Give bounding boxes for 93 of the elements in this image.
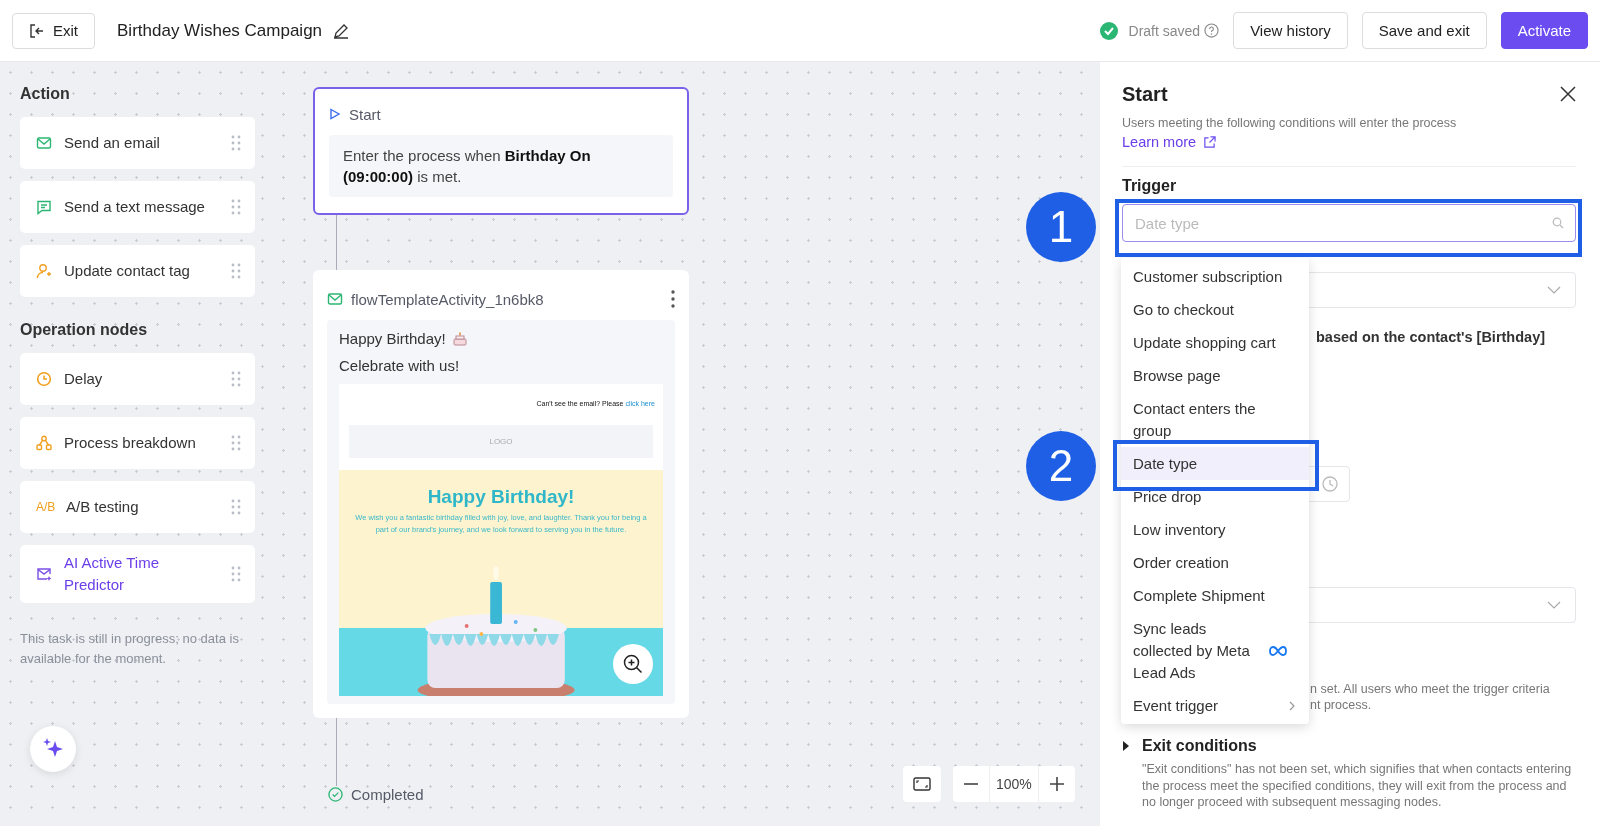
exit-conditions-note: "Exit conditions" has not been set, which signifies that when contacts entering the process meet the specified conditions, they will exit from the process and no longer proceed with subsequent messaging nodes. [1141,761,1573,811]
drag-handle-icon[interactable] [231,499,241,515]
email-preheader: Celebrate with us! [339,357,461,374]
node-label: Update contact tag [64,261,191,281]
panel-title: Start [1122,82,1168,106]
check-icon [1098,20,1119,41]
node-card[interactable]: Send a text message [20,181,255,233]
header-button[interactable]: Activate [1500,12,1588,49]
menu-option[interactable]: Sync leads collected by Meta Lead Ads [1121,612,1309,689]
node-card[interactable]: Send an email [20,117,255,169]
close-icon[interactable] [1560,86,1576,102]
node-label: AI Active Time Predictor [64,553,161,595]
clock-icon [36,371,52,387]
menu-option[interactable]: Complete Shipment [1121,579,1309,612]
node-label: Process breakdown [64,433,197,453]
cake-icon [451,330,468,347]
email-node[interactable] [313,270,689,718]
menu-option[interactable]: Date type [1121,447,1309,480]
node-label: A/B testing [66,497,140,517]
more-icon[interactable] [671,290,675,308]
zoom-level: 100% [989,766,1039,802]
condition-note: nt process. [1310,697,1373,713]
node-label: Send an email [64,133,161,153]
menu-option[interactable]: Event trigger [1121,689,1309,722]
node-title: Start [349,105,381,123]
zoom-in-icon [622,653,644,675]
header-button[interactable]: Save and exit [1361,12,1487,49]
node-card[interactable]: Process breakdown [20,417,255,469]
section-heading: Operation nodes [20,321,149,339]
menu-option[interactable]: Order creation [1121,546,1309,579]
clock-icon [1321,475,1339,493]
node-card[interactable]: Update contact tag [20,245,255,297]
node-description: Enter the process when Birthday On (09:00:00) is met. [343,147,591,185]
chat-icon [36,199,52,215]
fit-view-button[interactable] [903,766,941,802]
menu-option[interactable]: Price drop [1121,480,1309,513]
email-heading: Happy Birthday! [426,486,576,508]
ab-icon: A/B [36,500,54,514]
header-button[interactable]: View history [1233,12,1348,49]
learn-more-link[interactable]: Learn more [1122,134,1197,150]
search-icon [1552,217,1564,229]
play-icon [329,108,341,120]
menu-option[interactable]: Customer subscription [1121,260,1309,293]
start-node[interactable]: Start Enter the process when Birthday On (09:00:00) is met. [313,87,689,215]
help-icon[interactable] [1204,23,1220,38]
mail-icon [36,135,52,151]
exit-icon [29,22,45,39]
panel-description: Users meeting the following conditions will enter the process [1122,116,1458,130]
section-heading: Action [20,85,71,103]
user-add-icon [36,263,52,279]
trigger-label: Trigger [1122,177,1178,195]
logo-placeholder: LOGO [349,425,653,458]
caret-icon [1122,741,1130,751]
plus-icon [1049,777,1064,791]
node-card[interactable]: A/B A/B testing [20,481,255,533]
trigger-search-field[interactable]: Date type [1122,204,1576,242]
drag-handle-icon[interactable] [231,135,241,151]
campaign-title: Birthday Wishes Campaign [117,20,323,41]
node-card[interactable]: Delay [20,353,255,405]
trigger-summary: based on the contact's [Birthday] [1316,329,1547,346]
chevron-down-icon [1547,601,1561,609]
node-label: Send a text message [64,197,206,217]
save-status: Draft saved [1128,22,1201,39]
drag-handle-icon[interactable] [231,263,241,279]
chevron-down-icon [1547,286,1561,294]
mail-sparkle-icon [36,566,52,582]
menu-option[interactable]: Update shopping cart [1121,326,1309,359]
ai-assistant-button[interactable] [30,726,76,772]
menu-option[interactable]: Contact enters the group [1121,392,1309,447]
progress-note: This task is still in progress; no data is available for the moment. [20,630,240,668]
node-label: Delay [64,369,104,389]
external-link-icon[interactable] [1203,135,1217,149]
drag-handle-icon[interactable] [231,435,241,451]
menu-option[interactable]: Low inventory [1121,513,1309,546]
minus-icon [964,783,978,785]
menu-option[interactable]: Browse page [1121,359,1309,392]
branch-icon [36,435,52,451]
fit-screen-icon [913,777,931,791]
drag-handle-icon[interactable] [231,371,241,387]
node-title: flowTemplateActivity_1n6bk8 [351,290,544,308]
condition-note: n set. All users who meet the trigger criteria [1310,681,1551,697]
exit-conditions-toggle[interactable]: Exit conditions [1122,736,1576,756]
email-subject: Happy Birthday! [339,330,446,347]
end-label: Completed [351,786,424,803]
mail-icon [327,291,343,307]
check-circle-icon [328,787,343,802]
drag-handle-icon[interactable] [231,566,241,582]
infinity-icon [1269,645,1287,656]
node-card[interactable]: AI Active Time Predictor [20,545,255,603]
drag-handle-icon[interactable] [231,199,241,215]
exit-button[interactable]: Exit [12,12,95,49]
chevron-right-icon [1289,700,1295,711]
menu-option[interactable]: Go to checkout [1121,293,1309,326]
